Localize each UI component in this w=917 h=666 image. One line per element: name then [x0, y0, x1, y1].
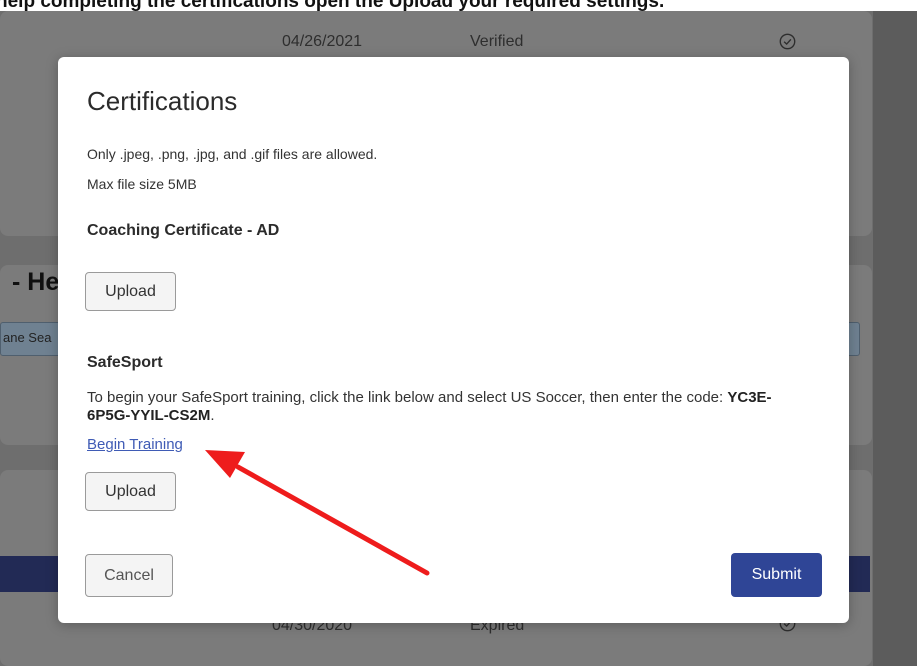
- background-header-strip: help completing the certifications open …: [0, 0, 917, 11]
- max-size-note: Max file size 5MB: [87, 176, 197, 192]
- background-search-value: ane Sea: [3, 330, 52, 345]
- safesport-upload-button[interactable]: Upload: [85, 472, 176, 511]
- submit-button[interactable]: Submit: [731, 553, 822, 597]
- background-row-date: 04/26/2021: [282, 33, 363, 50]
- check-circle-icon: [779, 33, 796, 50]
- background-header-text: help completing the certifications open …: [0, 0, 665, 11]
- safesport-instructions-text: To begin your SafeSport training, click …: [87, 389, 728, 406]
- background-right-column: [873, 11, 917, 666]
- safesport-title: SafeSport: [87, 354, 163, 371]
- background-row-status: Verified: [470, 33, 524, 50]
- file-types-note: Only .jpeg, .png, .jpg, and .gif files a…: [87, 146, 378, 162]
- cancel-button[interactable]: Cancel: [85, 554, 173, 597]
- modal-title: Certifications: [87, 86, 238, 116]
- coaching-certificate-upload-button[interactable]: Upload: [85, 272, 176, 311]
- certifications-modal: Certifications Only .jpeg, .png, .jpg, a…: [58, 57, 849, 623]
- coaching-certificate-title: Coaching Certificate - AD: [87, 222, 280, 239]
- begin-training-link[interactable]: Begin Training: [87, 436, 183, 453]
- safesport-instructions-end: .: [210, 407, 215, 424]
- safesport-instructions: To begin your SafeSport training, click …: [87, 389, 807, 425]
